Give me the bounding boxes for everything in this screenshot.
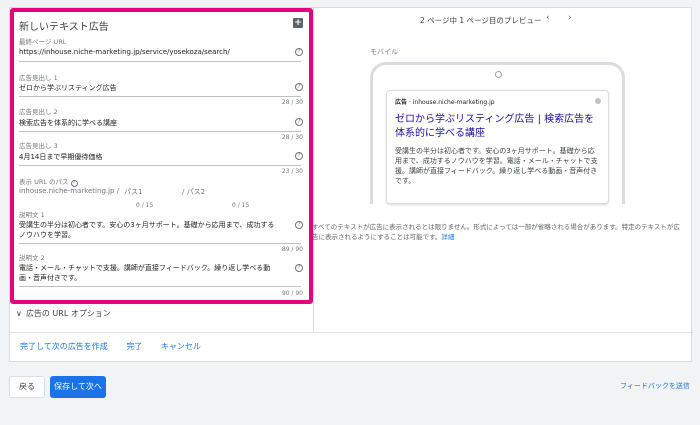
final-url-label: 最終ページ URL: [19, 38, 67, 46]
headline1-label: 広告見出し 1: [19, 74, 58, 82]
input-underline: [19, 165, 301, 166]
phone-camera-icon: [495, 71, 502, 78]
cancel-link[interactable]: キャンセル: [161, 342, 201, 351]
form-actions: 完了して次の広告を作成 完了 キャンセル: [20, 341, 217, 352]
ad-badge: 広告: [395, 99, 408, 106]
input-underline: [19, 243, 301, 244]
desc2-count: 90 / 90: [281, 290, 303, 297]
help-icon[interactable]: ?: [295, 118, 303, 126]
help-icon[interactable]: ?: [295, 152, 303, 160]
help-icon[interactable]: ?: [295, 221, 303, 229]
phone-frame: 広告 · inhouse.niche-marketing.jp ゼロから学ぶリス…: [370, 62, 625, 204]
input-underline: [19, 61, 301, 62]
device-label: モバイル: [370, 48, 398, 56]
details-link[interactable]: 詳細: [441, 233, 454, 241]
footer-divider: [10, 332, 693, 333]
preview-page-info: 2 ページ中 1 ページ目のプレビュー: [420, 16, 542, 25]
headline3-input[interactable]: 4月14日まで早期優待価格: [19, 152, 102, 162]
input-underline: [19, 286, 301, 287]
help-icon[interactable]: ?: [295, 83, 303, 91]
done-link[interactable]: 完了: [126, 342, 142, 351]
feedback-link[interactable]: フィードバックを送信: [620, 381, 690, 391]
ad-description: 受講生の半分は初心者です。安心の3ヶ月サポート。基礎から応用まで、成功するノウハ…: [395, 147, 598, 185]
headline2-input[interactable]: 検索広告を体系的に学べる講座: [19, 118, 117, 128]
desc1-label: 説明文 1: [19, 211, 45, 219]
save-next-button[interactable]: 保存して次へ: [50, 376, 106, 398]
headline3-label: 広告見出し 3: [19, 142, 58, 150]
back-button[interactable]: 戻る: [9, 376, 45, 398]
display-path-base: inhouse.niche-marketing.jp /: [19, 187, 120, 195]
ad-preview: 広告 · inhouse.niche-marketing.jp ゼロから学ぶリス…: [386, 90, 609, 204]
input-underline: [19, 131, 301, 132]
headline2-label: 広告見出し 2: [19, 108, 58, 116]
desc2-input[interactable]: 電話・メール・チャットで支援。講師が直接フィードバック。繰り返し学べる動画・音声…: [19, 263, 279, 283]
text-ad-form: 新しいテキスト広告 + 最終ページ URL https://inhouse.ni…: [10, 8, 313, 304]
help-icon[interactable]: ?: [70, 180, 78, 187]
headline1-count: 28 / 30: [281, 99, 303, 106]
ad-meta: 広告 · inhouse.niche-marketing.jp: [395, 97, 600, 106]
path1-count: 0 / 15: [136, 202, 154, 209]
url-options-toggle[interactable]: ∨ 広告の URL オプション: [16, 308, 111, 319]
form-title: 新しいテキスト広告: [19, 22, 109, 33]
ad-headline[interactable]: ゼロから学ぶリスティング広告 | 検索広告を体系的に学べる講座: [395, 113, 600, 141]
desc1-count: 89 / 90: [281, 246, 303, 253]
chevron-down-icon: ∨: [16, 309, 22, 318]
desc1-input[interactable]: 受講生の半分は初心者です。安心の3ヶ月サポート。基礎から応用まで、成功するノウハ…: [19, 220, 279, 240]
help-icon[interactable]: ?: [295, 48, 303, 56]
headline3-count: 23 / 30: [281, 168, 303, 175]
chevron-right-icon[interactable]: ›: [568, 13, 572, 23]
path2-count: 0 / 15: [232, 202, 250, 209]
desc2-label: 説明文 2: [19, 254, 45, 262]
final-url-input[interactable]: https://inhouse.niche-marketing.jp/servi…: [19, 48, 230, 56]
display-path-label: 表示 URL のパス ?: [19, 176, 78, 187]
help-icon[interactable]: ?: [295, 264, 303, 272]
input-underline: [19, 96, 301, 97]
add-icon[interactable]: +: [293, 18, 303, 28]
info-icon[interactable]: [595, 98, 601, 104]
headline2-count: 28 / 30: [281, 134, 303, 141]
chevron-left-icon[interactable]: ‹: [546, 13, 550, 23]
path2-input[interactable]: / パス2: [182, 187, 205, 197]
preview-note: すべてのテキストが広告に表示されるとは限りません。形式によっては一部が省略される…: [312, 223, 680, 241]
panel-divider: [313, 8, 314, 332]
create-next-ad-link[interactable]: 完了して次の広告を作成: [20, 342, 108, 351]
headline1-input[interactable]: ゼロから学ぶリスティング広告: [19, 83, 117, 93]
ad-domain: · inhouse.niche-marketing.jp: [408, 99, 495, 106]
path1-input[interactable]: パス1: [124, 187, 142, 197]
